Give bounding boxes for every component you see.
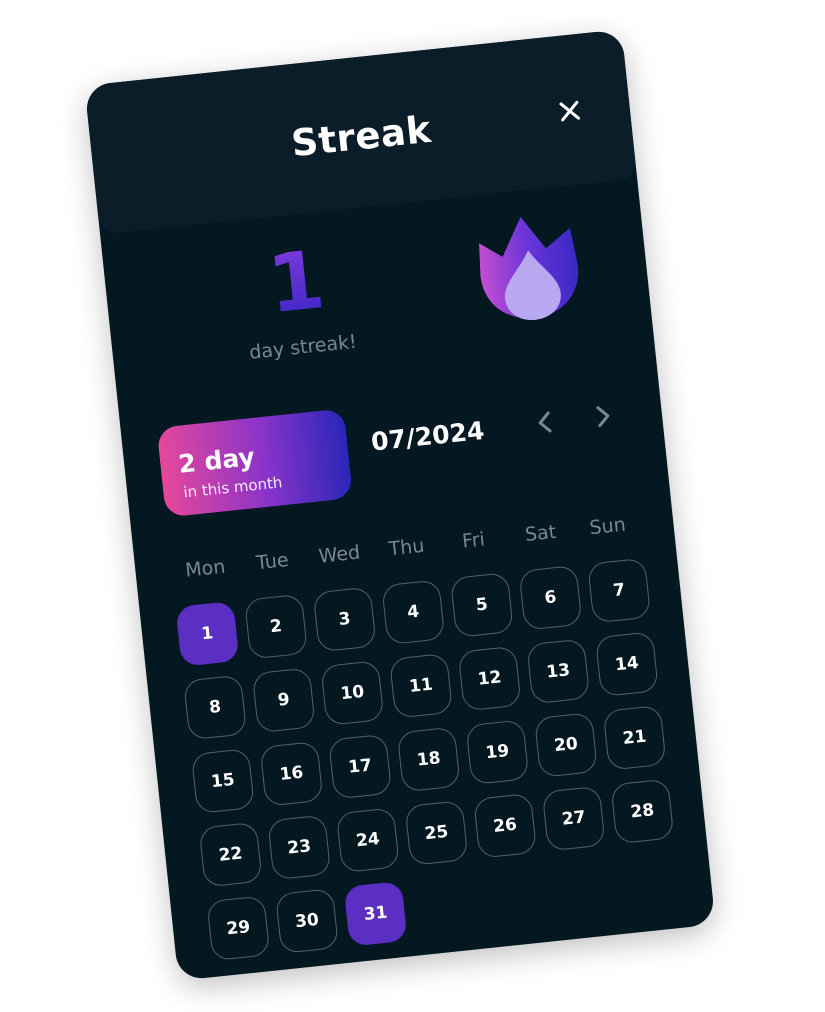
calendar-day[interactable]: 25 — [404, 800, 469, 866]
calendar-month-label: 07/2024 — [369, 415, 486, 457]
flame-icon — [479, 216, 579, 320]
calendar-day[interactable]: 30 — [274, 888, 339, 954]
close-icon — [559, 100, 581, 122]
weekday-label: Tue — [255, 549, 290, 575]
weekday-label: Mon — [184, 555, 227, 582]
calendar-day[interactable]: 19 — [465, 719, 530, 786]
month-streak-badge: 2 day in this month — [156, 408, 353, 518]
calendar-day[interactable]: 12 — [457, 645, 522, 712]
calendar-day[interactable]: 3 — [312, 586, 377, 653]
chevron-left-icon — [538, 411, 552, 433]
calendar-day-streak[interactable]: 1 — [175, 600, 240, 667]
calendar-day[interactable]: 9 — [251, 667, 316, 734]
calendar-day[interactable]: 29 — [206, 895, 271, 962]
weekday-label: Wed — [317, 541, 362, 568]
streak-caption: day streak! — [248, 330, 358, 364]
chevron-right-icon — [596, 406, 610, 428]
calendar-day[interactable]: 2 — [244, 593, 309, 660]
stage: Streak 1 day streak! 2 day in this month… — [0, 0, 825, 1012]
calendar-day[interactable]: 4 — [381, 579, 446, 646]
calendar-day[interactable]: 8 — [183, 674, 248, 741]
weekday-label: Thu — [387, 534, 426, 561]
calendar-day[interactable]: 11 — [389, 652, 453, 719]
panel-header: Streak — [84, 29, 638, 235]
previous-month-button[interactable] — [528, 404, 561, 441]
next-month-button[interactable] — [586, 398, 619, 435]
calendar-day-grid: 1 2 3 4 5 6 7 8 9 10 11 12 13 14 15 16 17 18 19 20 21 22 23 24 2… — [175, 557, 682, 962]
streak-panel: Streak 1 day streak! 2 day in this month… — [84, 29, 716, 981]
calendar-day[interactable]: 10 — [320, 660, 385, 726]
calendar-day-streak[interactable]: 31 — [343, 880, 408, 947]
calendar-day[interactable]: 16 — [259, 740, 324, 807]
calendar-day[interactable]: 15 — [190, 748, 255, 814]
weekday-label: Sat — [523, 520, 558, 547]
calendar-day[interactable]: 26 — [473, 792, 538, 859]
calendar-day[interactable]: 24 — [335, 807, 400, 874]
calendar-day[interactable]: 6 — [518, 564, 583, 631]
month-streak-caption: in this month — [182, 473, 284, 502]
calendar-day[interactable]: 18 — [396, 726, 461, 793]
calendar-day[interactable]: 20 — [534, 712, 598, 778]
calendar-day[interactable]: 7 — [587, 557, 652, 624]
calendar-day[interactable]: 5 — [449, 572, 514, 638]
weekday-label: Sun — [588, 513, 627, 540]
calendar-day[interactable]: 28 — [610, 778, 675, 845]
calendar-day[interactable]: 21 — [602, 704, 667, 771]
calendar-day[interactable]: 13 — [526, 638, 591, 705]
calendar-day[interactable]: 27 — [541, 785, 606, 852]
calendar-day[interactable]: 14 — [594, 631, 659, 698]
calendar-day[interactable]: 22 — [198, 821, 263, 888]
calendar-day[interactable]: 23 — [267, 814, 332, 881]
month-streak-value: 2 day — [177, 442, 257, 479]
weekday-label: Fri — [461, 528, 486, 553]
calendar-day[interactable]: 17 — [328, 733, 393, 800]
close-button[interactable] — [550, 91, 590, 131]
streak-count: 1 — [242, 233, 350, 331]
